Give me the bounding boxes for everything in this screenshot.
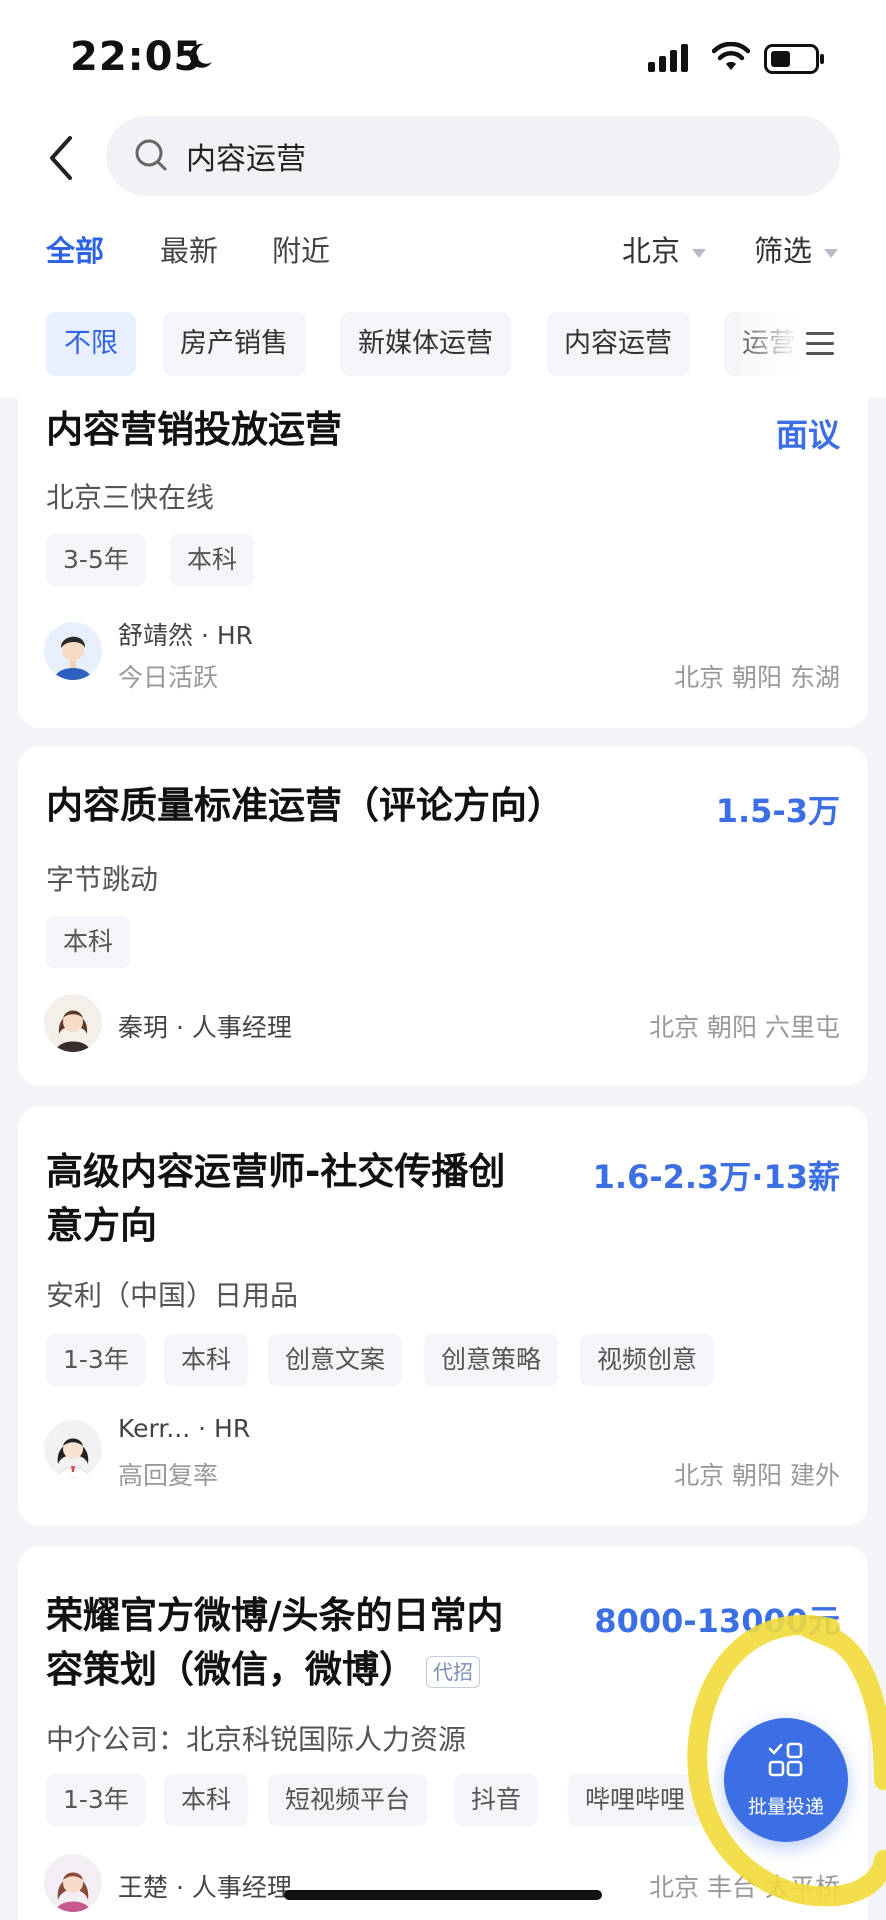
avatar: [44, 622, 102, 680]
home-indicator: [284, 1890, 602, 1900]
recruiter-activity: 高回复率: [118, 1461, 219, 1490]
chip-new-media-ops[interactable]: 新媒体运营: [340, 312, 511, 376]
tag: 本科: [170, 534, 255, 586]
avatar: [44, 1854, 102, 1912]
status-time: 22:05: [70, 34, 203, 80]
battery-icon: [764, 44, 824, 74]
city-label: 北京: [622, 234, 681, 268]
tab-all[interactable]: 全部: [46, 228, 104, 270]
recruiter-name: 秦玥 · 人事经理: [118, 1013, 292, 1042]
tag: 抖音: [454, 1774, 539, 1826]
cellular-signal-icon: [648, 44, 688, 72]
company-name: 字节跳动: [46, 863, 159, 896]
job-location: 北京 朝阳 建外: [674, 1461, 840, 1490]
tag: 创意文案: [268, 1334, 403, 1386]
tag: 创意策略: [424, 1334, 559, 1386]
header: 22:05 内容运营 全部 最新 附近 北京 筛选 不限 房产销售 新媒体运营 …: [0, 0, 886, 398]
menu-icon[interactable]: [806, 330, 836, 358]
city-dropdown[interactable]: 北京: [622, 228, 707, 270]
status-bar: 22:05: [0, 0, 886, 110]
caret-down-icon: [824, 248, 839, 258]
tag: 本科: [46, 916, 131, 968]
job-location: 北京 朝阳 六里屯: [649, 1013, 840, 1042]
job-location: 北京 丰台 太平桥: [649, 1873, 840, 1902]
search-icon: [135, 139, 167, 171]
tag: 视频创意: [580, 1334, 715, 1386]
tag: 本科: [164, 1334, 249, 1386]
job-salary: 8000-13000元: [594, 1602, 840, 1640]
search-query[interactable]: 内容运营: [186, 134, 306, 178]
agency-badge: 代招: [426, 1655, 480, 1688]
recruiter-name: 王楚 · 人事经理: [118, 1873, 292, 1902]
job-salary: 面议: [775, 416, 840, 454]
chip-content-ops[interactable]: 内容运营: [546, 312, 690, 376]
filter-label: 筛选: [754, 234, 813, 268]
job-card[interactable]: 荣耀官方微博/头条的日常内 容策划（微信，微博） 代招 8000-13000元 中…: [18, 1546, 868, 1920]
company-name: 中介公司：北京科锐国际人力资源: [46, 1723, 467, 1756]
tag: 1-3年: [46, 1774, 146, 1826]
batch-apply-label: 批量投递: [747, 1796, 824, 1818]
chip-real-estate-sales[interactable]: 房产销售: [162, 312, 306, 376]
job-salary: 1.5-3万: [715, 792, 840, 830]
job-card[interactable]: 内容质量标准运营（评论方向） 1.5-3万 字节跳动 本科 北京 朝阳 六里屯 …: [18, 746, 868, 1086]
company-name: 安利（中国）日用品: [46, 1279, 299, 1312]
tab-latest[interactable]: 最新: [160, 228, 218, 270]
caret-down-icon: [692, 248, 707, 258]
avatar: [44, 994, 102, 1052]
search-bar[interactable]: 内容运营: [106, 116, 840, 196]
job-title: 内容营销投放运营: [46, 408, 342, 451]
job-card[interactable]: 高级内容运营师-社交传播创 意方向 1.6-2.3万·13薪 安利（中国）日用品…: [18, 1106, 868, 1526]
moon-icon: [189, 43, 212, 68]
tag: 3-5年: [46, 534, 146, 586]
tab-nearby[interactable]: 附近: [272, 228, 330, 270]
job-title-line2-text: 容策划（微信，微博）: [46, 1648, 416, 1691]
tag: 1-3年: [46, 1334, 146, 1386]
recruiter-name: 舒靖然 · HR: [118, 621, 254, 650]
job-title-line2: 容策划（微信，微博） 代招: [46, 1644, 480, 1696]
chip-unlimited[interactable]: 不限: [46, 312, 136, 376]
job-card[interactable]: 内容营销投放运营 面议 北京三快在线 3-5年 本科 舒靖然 · HR 今日活跃…: [18, 380, 868, 728]
job-title-line1: 荣耀官方微博/头条的日常内: [46, 1594, 504, 1637]
filter-dropdown[interactable]: 筛选: [754, 228, 839, 270]
tag: 短视频平台: [268, 1774, 428, 1826]
tag: 哔哩哔哩: [568, 1774, 703, 1826]
job-salary: 1.6-2.3万·13薪: [592, 1158, 840, 1196]
recruiter-activity: 今日活跃: [118, 663, 219, 692]
job-title-line2: 意方向: [46, 1204, 157, 1247]
wifi-icon: [712, 42, 750, 70]
job-title: 内容质量标准运营（评论方向）: [46, 784, 564, 827]
tag: 本科: [164, 1774, 249, 1826]
back-arrow-icon[interactable]: [40, 130, 84, 186]
grid-check-icon: [768, 1742, 803, 1777]
avatar: [44, 1420, 102, 1478]
job-title-line1: 高级内容运营师-社交传播创: [46, 1150, 506, 1193]
recruiter-name: Kerr... · HR: [118, 1414, 251, 1443]
batch-apply-button[interactable]: 批量投递: [724, 1718, 848, 1842]
job-location: 北京 朝阳 东湖: [674, 663, 840, 692]
company-name: 北京三快在线: [46, 481, 215, 514]
